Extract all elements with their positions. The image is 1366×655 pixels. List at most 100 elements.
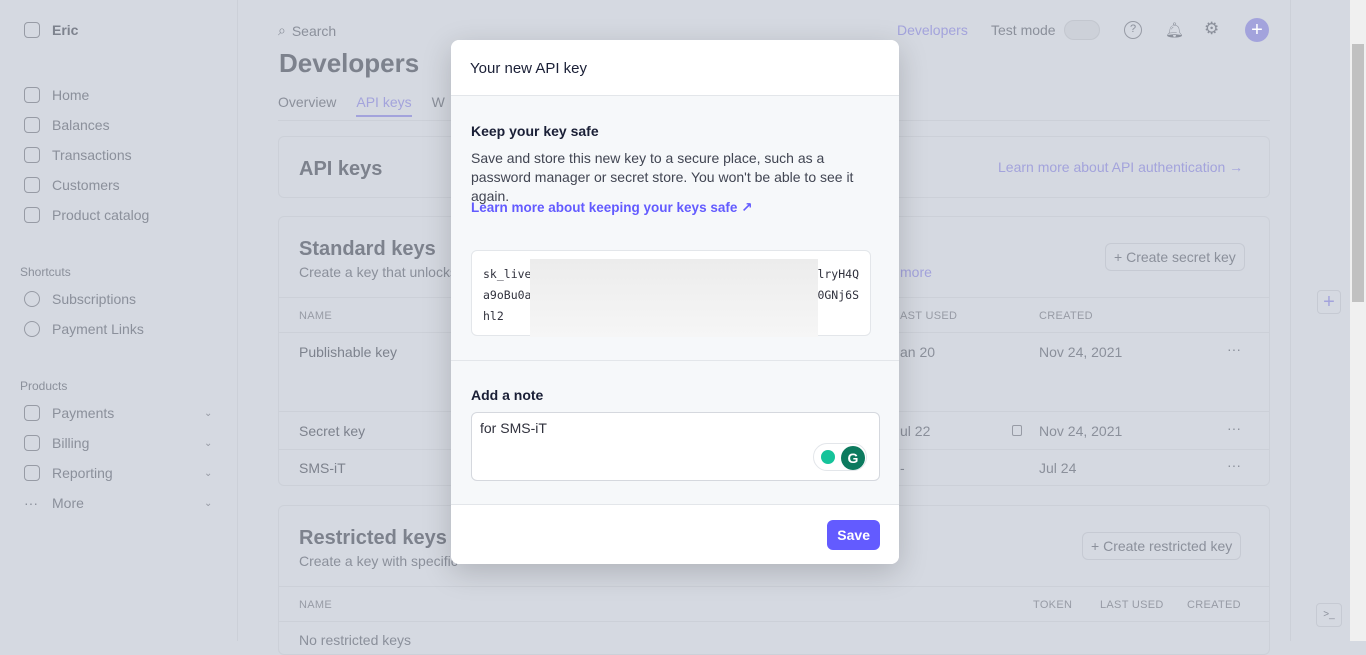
tab-webhooks[interactable]: W (432, 94, 445, 117)
tabs: Overview API keys W (278, 94, 445, 117)
sidebar-item-payments[interactable]: Payments ⌄ (24, 405, 224, 421)
more-icon: ··· (24, 495, 38, 511)
chevron-down-icon: ⌄ (204, 467, 213, 479)
create-secret-key-button[interactable]: + Create secret key (1105, 243, 1245, 271)
row-menu-icon[interactable]: ··· (1227, 420, 1241, 436)
clock-icon (24, 291, 40, 307)
grammarly-widget[interactable]: G (813, 443, 867, 471)
row-menu-icon[interactable]: ··· (1227, 457, 1241, 473)
search-input[interactable]: ⌕ Search (278, 22, 336, 39)
key-text: hl2 (483, 309, 504, 323)
key-text: a9oBu0a (483, 288, 532, 302)
keep-safe-title: Keep your key safe (471, 123, 599, 139)
row-name[interactable]: SMS-iT (299, 460, 346, 476)
col-last-used: AST USED (900, 310, 958, 322)
restricted-keys-title: Restricted keys (299, 527, 447, 549)
developers-link[interactable]: Developers (897, 22, 968, 38)
new-api-key-modal: Your new API key Keep your key safe Save… (451, 40, 899, 564)
col-created: CREATED (1187, 599, 1241, 611)
col-created: CREATED (1039, 310, 1093, 322)
row-name[interactable]: Secret key (299, 423, 365, 439)
scrollbar-thumb[interactable] (1352, 44, 1364, 302)
shortcuts-heading: Shortcuts (20, 265, 71, 279)
create-restricted-key-button[interactable]: + Create restricted key (1082, 532, 1242, 560)
box-icon (24, 207, 40, 223)
sidebar-item-home[interactable]: Home (24, 87, 89, 103)
empty-state: No restricted keys (299, 632, 412, 648)
col-name: NAME (299, 310, 332, 322)
external-link-icon: ↗ (741, 200, 753, 215)
chart-icon (24, 465, 40, 481)
sidebar: Eric Home Balances Transactions Customer… (0, 0, 238, 641)
api-auth-link[interactable]: Learn more about API authentication → (998, 159, 1243, 175)
api-keys-title: API keys (299, 158, 383, 180)
note-label: Add a note (471, 387, 544, 403)
help-icon[interactable]: ? (1124, 21, 1142, 39)
store-icon (24, 22, 40, 38)
sidebar-item-customers[interactable]: Customers (24, 177, 120, 193)
redaction-blur (530, 259, 818, 337)
scrollbar[interactable] (1350, 0, 1366, 641)
home-icon (24, 87, 40, 103)
sidebar-item-reporting[interactable]: Reporting ⌄ (24, 465, 224, 481)
sidebar-item-payment-links[interactable]: Payment Links (24, 321, 144, 337)
restricted-keys-subtitle: Create a key with specific (299, 553, 458, 569)
gear-icon[interactable]: ⚙ (1204, 19, 1219, 39)
sidebar-item-product-catalog[interactable]: Product catalog (24, 207, 149, 223)
row-last-used: an 20 (900, 344, 936, 360)
create-plus-icon[interactable]: + (1245, 18, 1269, 42)
test-mode-label: Test mode (991, 22, 1056, 38)
sidebar-item-billing[interactable]: Billing ⌄ (24, 435, 224, 451)
tab-api-keys[interactable]: API keys (356, 94, 412, 117)
row-last-used: ul 22 (900, 423, 931, 439)
api-key-display[interactable]: sk_live lryH4Q a9oBu0a 0GNj6S hl2 (471, 250, 871, 337)
right-rail-divider (1290, 0, 1291, 641)
learn-more-link[interactable]: more (900, 264, 932, 280)
row-name[interactable]: Publishable key (299, 344, 397, 360)
row-created: Nov 24, 2021 (1039, 423, 1123, 439)
key-text: lryH4Q (817, 267, 859, 281)
row-created: Jul 24 (1039, 460, 1077, 476)
terminal-icon[interactable]: >_ (1316, 603, 1342, 627)
col-name: NAME (299, 599, 332, 611)
modal-footer: Save (451, 504, 899, 564)
sidebar-item-balances[interactable]: Balances (24, 117, 110, 133)
sidebar-item-subscriptions[interactable]: Subscriptions (24, 291, 136, 307)
divider (279, 621, 1269, 622)
note-value: for SMS-iT (480, 420, 547, 436)
row-created: Nov 24, 2021 (1039, 344, 1123, 360)
col-last-used: LAST USED (1100, 599, 1164, 611)
search-icon: ⌕ (278, 22, 286, 38)
info-icon[interactable] (1012, 425, 1022, 436)
tab-overview[interactable]: Overview (278, 94, 336, 117)
row-last-used: - (900, 460, 905, 476)
page-title: Developers (279, 48, 420, 78)
chevron-down-icon: ⌄ (204, 437, 213, 449)
key-text: 0GNj6S (817, 288, 859, 302)
clock-icon (24, 321, 40, 337)
bell-icon[interactable]: 🔔︎ (1165, 21, 1184, 39)
divider (279, 586, 1269, 587)
transactions-icon (24, 147, 40, 163)
save-button[interactable]: Save (827, 520, 880, 550)
divider (451, 360, 899, 361)
note-textarea[interactable]: for SMS-iT G (471, 412, 880, 481)
balances-icon (24, 117, 40, 133)
col-token: TOKEN (1033, 599, 1073, 611)
add-icon[interactable]: + (1317, 290, 1341, 314)
lightbulb-icon[interactable] (821, 450, 835, 464)
billing-icon (24, 435, 40, 451)
row-menu-icon[interactable]: ··· (1227, 341, 1241, 357)
account-switcher[interactable]: Eric (24, 22, 78, 38)
grammarly-icon[interactable]: G (841, 446, 865, 470)
modal-title: Your new API key (451, 40, 899, 96)
sidebar-item-more[interactable]: ··· More ⌄ (24, 495, 224, 511)
keep-safe-link[interactable]: Learn more about keeping your keys safe … (471, 200, 752, 216)
wallet-icon (24, 405, 40, 421)
test-mode-toggle[interactable] (1064, 20, 1100, 40)
sidebar-item-transactions[interactable]: Transactions (24, 147, 132, 163)
products-heading: Products (20, 379, 68, 393)
key-text: sk_live (483, 267, 532, 281)
chevron-down-icon: ⌄ (204, 497, 213, 509)
customer-icon (24, 177, 40, 193)
